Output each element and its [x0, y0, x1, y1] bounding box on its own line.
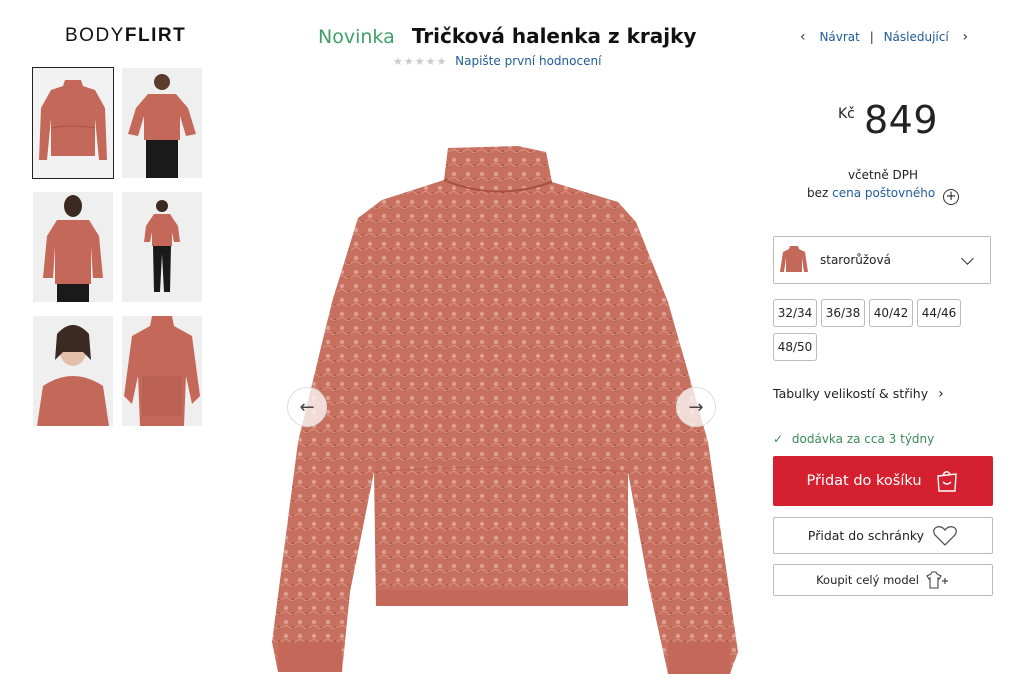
thumbnail-4[interactable] — [122, 192, 202, 302]
shipping-note: bez cena poštovného + — [773, 186, 993, 205]
size-guide-link[interactable]: Tabulky velikostí & střihy › — [773, 386, 944, 402]
plus-circle-icon[interactable]: + — [943, 189, 960, 205]
size-option[interactable]: 40/42 — [869, 299, 913, 327]
size-option[interactable]: 44/46 — [917, 299, 961, 327]
prev-image-button[interactable]: ← — [287, 387, 327, 427]
chevron-right-icon: › — [938, 386, 944, 402]
chevron-left-icon[interactable]: ‹ — [800, 29, 806, 45]
shipping-prefix: bez — [806, 186, 829, 200]
shopping-bag-icon — [936, 471, 957, 492]
color-swatch-image — [780, 246, 808, 272]
brand-logo[interactable]: BODYFLIRT — [65, 25, 186, 47]
brand-part1: BODY — [65, 25, 125, 46]
thumbnail-2[interactable] — [122, 68, 202, 178]
blouse-image — [272, 146, 738, 674]
model-full-thumbnail-image — [122, 192, 202, 302]
thumbnail-1[interactable] — [32, 67, 114, 179]
thumbnail-3[interactable] — [33, 192, 113, 302]
add-to-cart-button[interactable]: Přidat do košíku — [773, 456, 993, 506]
buy-full-model-button[interactable]: Koupit celý model — [773, 564, 993, 596]
write-review-link[interactable]: Napište první hodnocení — [455, 54, 601, 68]
check-icon: ✓ — [773, 432, 784, 446]
model-closeup-thumbnail-image — [33, 316, 113, 426]
delivery-text: dodávka za cca 3 týdny — [791, 432, 935, 446]
heart-icon — [933, 525, 958, 546]
arrow-left-icon: ← — [299, 396, 315, 418]
buy-full-model-label: Koupit celý model — [816, 573, 919, 587]
price-amount: 849 — [864, 98, 939, 142]
outfit-plus-icon — [926, 571, 948, 589]
size-guide-label: Tabulky velikostí & střihy — [773, 386, 929, 401]
back-link[interactable]: Návrat — [819, 30, 859, 44]
size-option[interactable]: 36/38 — [821, 299, 865, 327]
main-product-image — [268, 142, 738, 682]
next-link[interactable]: Následující — [884, 30, 949, 44]
model-thumbnail-image — [122, 68, 202, 178]
price-currency: Kč — [838, 106, 855, 122]
color-select[interactable]: starorůžová — [773, 236, 991, 284]
rating-stars-icon: ★★★★★ — [393, 55, 448, 68]
color-label: starorůžová — [820, 253, 891, 267]
product-header: Novinka Tričková halenka z krajky — [318, 24, 696, 48]
add-to-wishlist-button[interactable]: Přidat do schránky — [773, 517, 993, 554]
chevron-right-icon[interactable]: › — [963, 29, 969, 45]
add-to-cart-label: Přidat do košíku — [806, 473, 922, 489]
next-image-button[interactable]: → — [676, 387, 716, 427]
blouse-detail-thumbnail-image — [122, 316, 202, 426]
nav-separator: | — [869, 30, 874, 44]
chevron-down-icon — [961, 251, 974, 265]
thumbnail-5[interactable] — [33, 316, 113, 426]
blouse-thumbnail-image — [33, 68, 113, 178]
thumbnail-6[interactable] — [122, 316, 202, 426]
product-navigation: ‹ Návrat | Následující › — [800, 29, 968, 45]
shipping-cost-link[interactable]: cena poštovného — [832, 186, 935, 200]
model-back-thumbnail-image — [33, 192, 113, 302]
size-option[interactable]: 48/50 — [773, 333, 817, 361]
delivery-info: ✓ dodávka za cca 3 týdny — [773, 432, 934, 446]
brand-part2: FLIRT — [124, 25, 187, 46]
new-badge: Novinka — [318, 26, 395, 48]
arrow-right-icon: → — [688, 396, 704, 418]
product-title: Tričková halenka z krajky — [411, 24, 697, 48]
size-option[interactable]: 32/34 — [773, 299, 817, 327]
add-to-wishlist-label: Přidat do schránky — [807, 528, 925, 543]
vat-note: včetně DPH — [847, 168, 919, 182]
rating-row: ★★★★★ Napište první hodnocení — [393, 54, 601, 68]
